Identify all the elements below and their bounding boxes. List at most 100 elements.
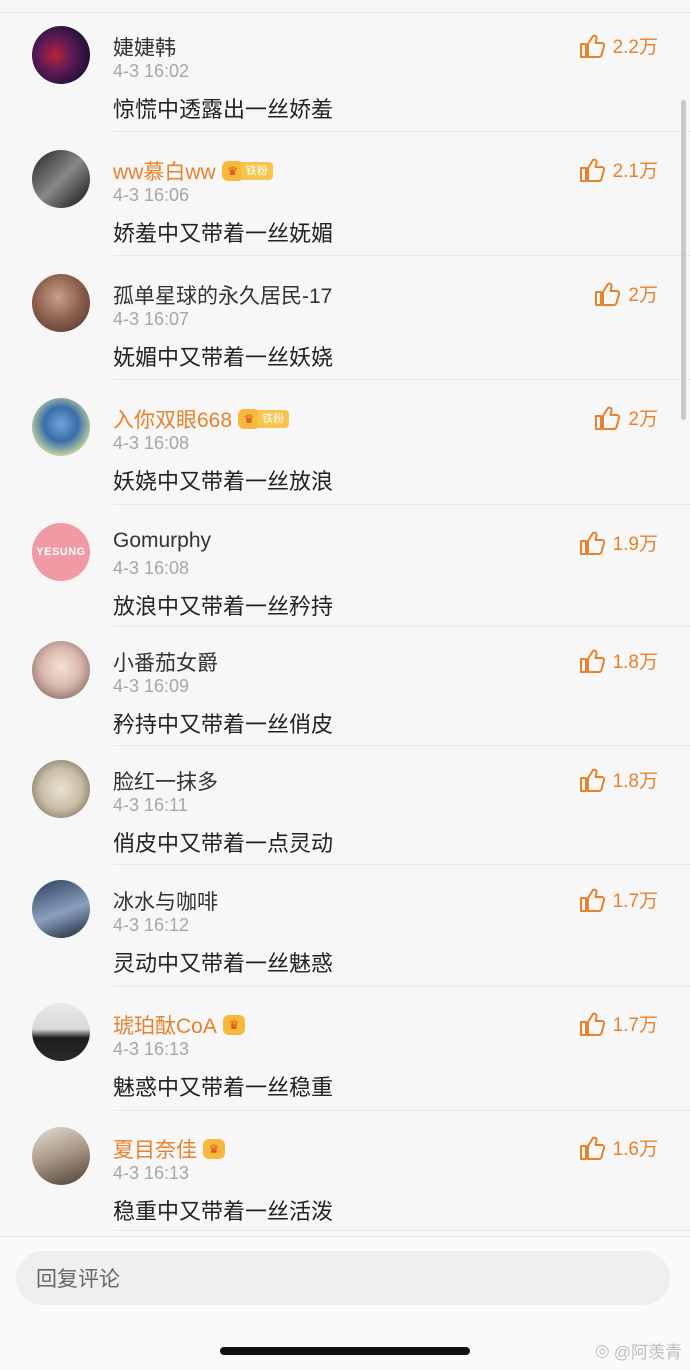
like-button[interactable]: 2.2万 (579, 32, 658, 59)
like-count: 2.2万 (612, 37, 658, 58)
username[interactable]: 小番茄女爵 (113, 647, 218, 677)
name-row: ww慕白ww ♛ 铁粉 (113, 156, 273, 186)
avatar[interactable] (32, 1003, 90, 1061)
name-row: Gomurphy (113, 529, 211, 553)
username[interactable]: Gomurphy (113, 529, 211, 553)
username[interactable]: 婕婕韩 (113, 32, 176, 62)
name-row: 小番茄女爵 (113, 647, 218, 677)
home-indicator[interactable] (220, 1347, 470, 1355)
like-count: 2.1万 (612, 161, 658, 182)
like-button[interactable]: 2万 (594, 404, 658, 431)
comment-text: 娇羞中又带着一丝妩媚 (113, 221, 334, 246)
like-count: 2万 (628, 409, 658, 430)
like-count: 2万 (628, 285, 658, 306)
timestamp: 4-3 16:13 (113, 1163, 190, 1183)
comment-text: 妩媚中又带着一丝妖娆 (113, 345, 334, 370)
comment-text: 惊慌中透露出一丝娇羞 (113, 97, 334, 122)
thumbs-up-icon (594, 282, 621, 306)
timestamp: 4-3 16:02 (113, 61, 190, 81)
name-row: 琥珀酞CoA ♛ (113, 1010, 245, 1040)
like-button[interactable]: 2万 (594, 280, 658, 307)
avatar[interactable] (32, 760, 90, 818)
name-row: 冰水与咖啡 (113, 886, 218, 916)
comment-item[interactable]: 入你双眼668 ♛ 铁粉 4-3 16:08 妖娆中又带着一丝放浪 2万 (0, 380, 690, 505)
vip-badge: ♛ 铁粉 (238, 409, 290, 429)
comment-text: 灵动中又带着一丝魅惑 (113, 951, 334, 976)
name-row: 夏目奈佳 ♛ (113, 1134, 225, 1164)
weibo-icon: ◎ (594, 1340, 610, 1360)
username[interactable]: 冰水与咖啡 (113, 886, 218, 916)
scrollbar[interactable] (681, 100, 686, 420)
comment-item[interactable]: 夏目奈佳 ♛ 4-3 16:13 稳重中又带着一丝活泼 1.6万 (0, 1111, 690, 1231)
thumbs-up-icon (579, 1136, 605, 1160)
watermark: ◎ @阿羡青 (595, 1338, 682, 1363)
timestamp: 4-3 16:08 (113, 433, 190, 453)
comment-list: 婕婕韩 4-3 16:02 惊慌中透露出一丝娇羞 2.2万 ww慕白ww ♛ 铁粉 4-3 1… (0, 14, 690, 1231)
timestamp: 4-3 16:07 (113, 309, 190, 329)
comment-item[interactable]: 冰水与咖啡 4-3 16:12 灵动中又带着一丝魅惑 1.7万 (0, 865, 690, 987)
comment-text: 矜持中又带着一丝俏皮 (113, 712, 334, 737)
like-button[interactable]: 1.6万 (579, 1134, 658, 1161)
thumbs-up-icon (579, 158, 605, 182)
vip-badge: ♛ 铁粉 (221, 161, 273, 181)
comment-text: 魅惑中又带着一丝稳重 (113, 1075, 334, 1100)
comment-item[interactable]: 婕婕韩 4-3 16:02 惊慌中透露出一丝娇羞 2.2万 (0, 14, 690, 132)
comment-text: 放浪中又带着一丝矜持 (113, 594, 334, 619)
timestamp: 4-3 16:06 (113, 185, 190, 205)
comment-text: 俏皮中又带着一点灵动 (113, 831, 334, 856)
like-button[interactable]: 1.7万 (579, 886, 658, 913)
timestamp: 4-3 16:13 (113, 1039, 190, 1059)
avatar[interactable] (32, 641, 90, 699)
reply-input[interactable]: 回复评论 (16, 1251, 670, 1305)
like-button[interactable]: 1.8万 (579, 766, 658, 793)
avatar[interactable] (32, 398, 90, 456)
username[interactable]: 入你双眼668 (113, 404, 232, 434)
username[interactable]: ww慕白ww (113, 156, 216, 186)
like-count: 1.7万 (612, 891, 658, 912)
timestamp: 4-3 16:11 (113, 795, 188, 815)
comment-item[interactable]: ww慕白ww ♛ 铁粉 4-3 16:06 娇羞中又带着一丝妩媚 2.1万 (0, 132, 690, 256)
timestamp: 4-3 16:08 (113, 558, 190, 578)
comment-item[interactable]: YESUNG Gomurphy 4-3 16:08 放浪中又带着一丝矜持 1.9万 (0, 505, 690, 627)
comment-item[interactable]: 孤单星球的永久居民-17 4-3 16:07 妩媚中又带着一丝妖娆 2万 (0, 256, 690, 380)
like-button[interactable]: 1.7万 (579, 1010, 658, 1037)
vip-badge: ♛ (203, 1139, 225, 1159)
avatar-label: YESUNG (36, 546, 86, 558)
vip-badge: ♛ (222, 1015, 245, 1035)
comment-item[interactable]: 脸红一抹多 4-3 16:11 俏皮中又带着一点灵动 1.8万 (0, 746, 690, 865)
thumbs-up-icon (579, 531, 605, 555)
like-count: 1.8万 (612, 771, 658, 792)
fan-label: 铁粉 (257, 410, 290, 428)
avatar[interactable] (32, 1127, 90, 1185)
like-count: 1.8万 (612, 652, 658, 673)
like-button[interactable]: 2.1万 (579, 156, 658, 183)
avatar[interactable] (32, 26, 90, 84)
thumbs-up-icon (579, 888, 605, 912)
like-count: 1.9万 (612, 534, 658, 555)
thumbs-up-icon (579, 1012, 605, 1036)
comment-item[interactable]: 小番茄女爵 4-3 16:09 矜持中又带着一丝俏皮 1.8万 (0, 627, 690, 746)
name-row: 婕婕韩 (113, 32, 176, 62)
avatar[interactable]: YESUNG (32, 523, 90, 581)
username[interactable]: 脸红一抹多 (113, 766, 218, 796)
name-row: 脸红一抹多 (113, 766, 218, 796)
crown-icon: ♛ (203, 1139, 225, 1159)
like-button[interactable]: 1.8万 (579, 647, 658, 674)
like-button[interactable]: 1.9万 (579, 529, 658, 556)
comment-item[interactable]: 琥珀酞CoA ♛ 4-3 16:13 魅惑中又带着一丝稳重 1.7万 (0, 987, 690, 1111)
username[interactable]: 琥珀酞CoA (113, 1010, 217, 1040)
avatar[interactable] (32, 150, 90, 208)
divider (113, 1230, 690, 1231)
thumbs-up-icon (579, 768, 605, 792)
username[interactable]: 夏目奈佳 (113, 1134, 197, 1164)
avatar[interactable] (32, 274, 90, 332)
thumbs-up-icon (579, 649, 605, 673)
watermark-text: @阿羡青 (613, 1343, 682, 1362)
like-count: 1.7万 (612, 1015, 658, 1036)
timestamp: 4-3 16:09 (113, 676, 190, 696)
fan-label: 铁粉 (240, 162, 273, 180)
timestamp: 4-3 16:12 (113, 915, 190, 935)
avatar[interactable] (32, 880, 90, 938)
name-row: 入你双眼668 ♛ 铁粉 (113, 404, 290, 434)
username[interactable]: 孤单星球的永久居民-17 (113, 280, 332, 310)
